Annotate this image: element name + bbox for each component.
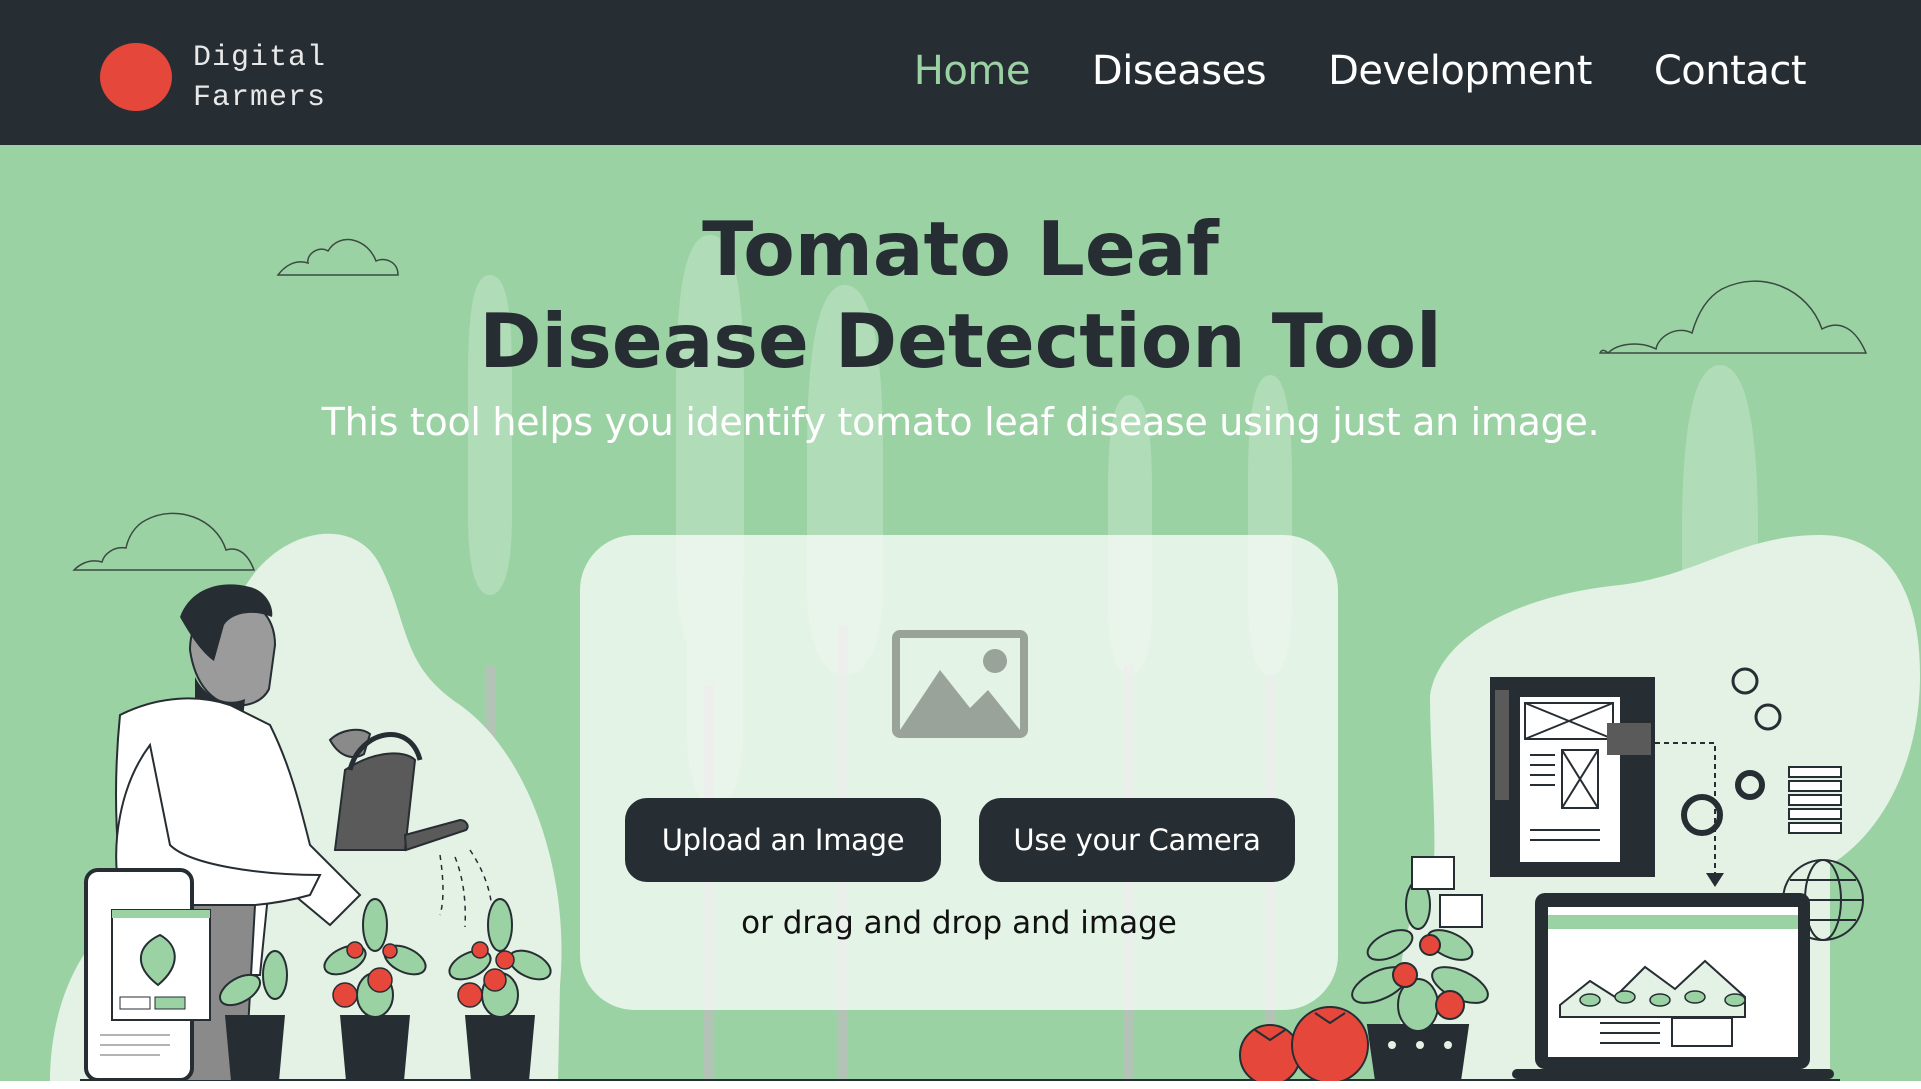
phone-illustration (84, 868, 211, 1081)
nav-link-contact[interactable]: Contact (1654, 48, 1807, 94)
page-bottom-strip (0, 1081, 1921, 1089)
upload-dropzone[interactable]: Upload an Image Use your Camera or drag … (580, 535, 1338, 1010)
nav-link-home[interactable]: Home (914, 48, 1031, 94)
brand-name[interactable]: Digital Farmers (193, 38, 326, 118)
nav-menu: Home Diseases Development Contact (914, 48, 1807, 94)
nav-link-diseases[interactable]: Diseases (1092, 48, 1267, 94)
hero-subtitle: This tool helps you identify tomato leaf… (321, 400, 1600, 444)
brand-name-line1: Digital (193, 41, 327, 75)
laptop-illustration (1512, 893, 1834, 1079)
image-placeholder-icon (892, 630, 1028, 738)
hero-title-line1: Tomato Leaf (702, 205, 1219, 293)
upload-image-button[interactable]: Upload an Image (625, 798, 941, 882)
brand-name-line2: Farmers (193, 81, 327, 115)
hero-title-line2: Disease Detection Tool (479, 297, 1442, 385)
top-navbar: Digital Farmers Home Diseases Developmen… (0, 0, 1921, 145)
drag-drop-hint: or drag and drop and image (741, 905, 1177, 941)
nav-link-development[interactable]: Development (1328, 48, 1592, 94)
hero-section: Tomato Leaf Disease Detection Tool This … (0, 145, 1921, 1081)
use-camera-button[interactable]: Use your Camera (979, 798, 1295, 882)
brand-logo-icon[interactable] (100, 43, 172, 111)
